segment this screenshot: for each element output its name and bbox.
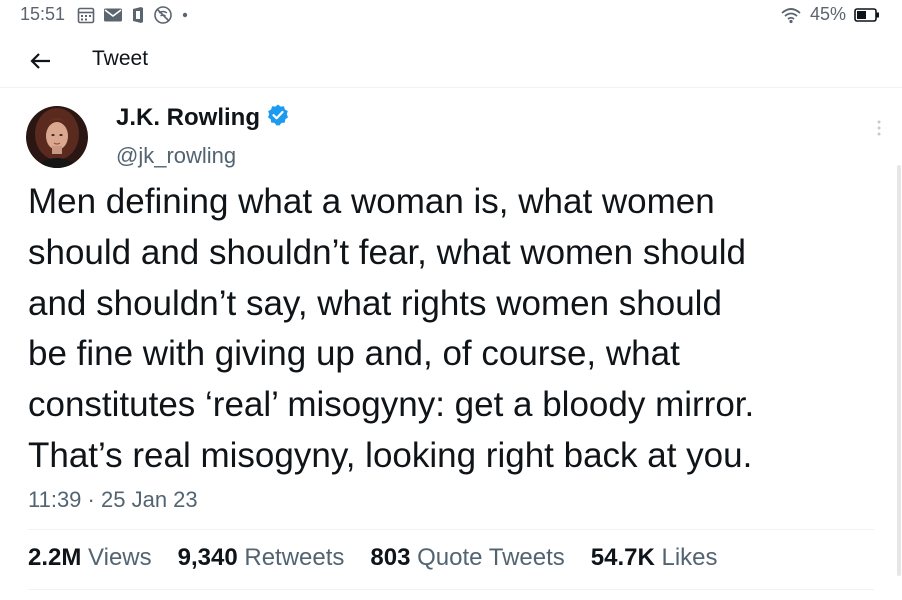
- status-right: 45%: [780, 4, 880, 25]
- office-icon: [131, 6, 145, 24]
- views-count: 2.2M: [28, 544, 82, 571]
- divider: [28, 529, 874, 530]
- avatar[interactable]: [26, 106, 88, 168]
- views-stat: 2.2M Views: [28, 544, 152, 572]
- status-time: 15:51: [20, 4, 66, 24]
- tweet-text-line: be fine with giving up and, of course, w…: [28, 334, 680, 374]
- mail-icon: [103, 7, 123, 23]
- quote-tweets-label: Quote Tweets: [417, 544, 565, 571]
- tweet-text-line: should and shouldn’t fear, what women sh…: [28, 232, 746, 272]
- author-handle[interactable]: @jk_rowling: [116, 143, 236, 169]
- views-label: Views: [88, 544, 152, 571]
- tweet-text-line: That’s real misogyny, looking right back…: [28, 435, 753, 475]
- back-arrow-icon[interactable]: [28, 48, 54, 74]
- divider: [28, 589, 874, 590]
- scrollbar[interactable]: [897, 165, 901, 576]
- retweets-stat[interactable]: 9,340 Retweets: [178, 544, 345, 572]
- tweet-time: 11:39: [28, 487, 82, 512]
- status-bar: 15:51 45%: [0, 0, 902, 30]
- likes-stat[interactable]: 54.7K Likes: [591, 544, 718, 572]
- author-name-row[interactable]: J.K. Rowling: [116, 103, 290, 132]
- page-title: Tweet: [92, 47, 149, 70]
- tweet-text-line: constitutes ‘real’ misogyny: get a blood…: [28, 385, 755, 425]
- author-name[interactable]: J.K. Rowling: [116, 104, 260, 132]
- battery-percent: 45%: [809, 4, 846, 24]
- retweets-count: 9,340: [177, 544, 238, 571]
- quote-tweets-stat[interactable]: 803 Quote Tweets: [370, 544, 564, 572]
- dot-icon: [181, 11, 189, 19]
- tweet-text: Men defining what a woman is, what women…: [28, 177, 888, 482]
- tweet-date: 25 Jan 23: [101, 487, 198, 512]
- signal-off-icon: [153, 5, 173, 25]
- engagement-stats: 2.2M Views 9,340 Retweets 803 Quote Twee…: [28, 544, 718, 572]
- tweet-text-line: and shouldn’t say, what rights women sho…: [28, 283, 722, 323]
- top-bar: Tweet: [0, 32, 902, 88]
- verified-badge-icon: [266, 103, 290, 132]
- tweet-timestamp[interactable]: 11:39 · 25 Jan 23: [28, 487, 198, 513]
- tweet-text-line: Men defining what a woman is, what women: [28, 182, 715, 221]
- status-left: 15:51: [20, 4, 189, 25]
- calendar-icon: [77, 6, 95, 24]
- likes-count: 54.7K: [590, 544, 655, 571]
- likes-label: Likes: [661, 544, 718, 571]
- meta-separator: ·: [87, 487, 95, 512]
- more-options-icon[interactable]: [872, 117, 886, 139]
- retweets-label: Retweets: [244, 544, 345, 571]
- quote-tweets-count: 803: [370, 544, 411, 571]
- wifi-icon: [780, 6, 802, 24]
- battery-icon: [854, 7, 880, 22]
